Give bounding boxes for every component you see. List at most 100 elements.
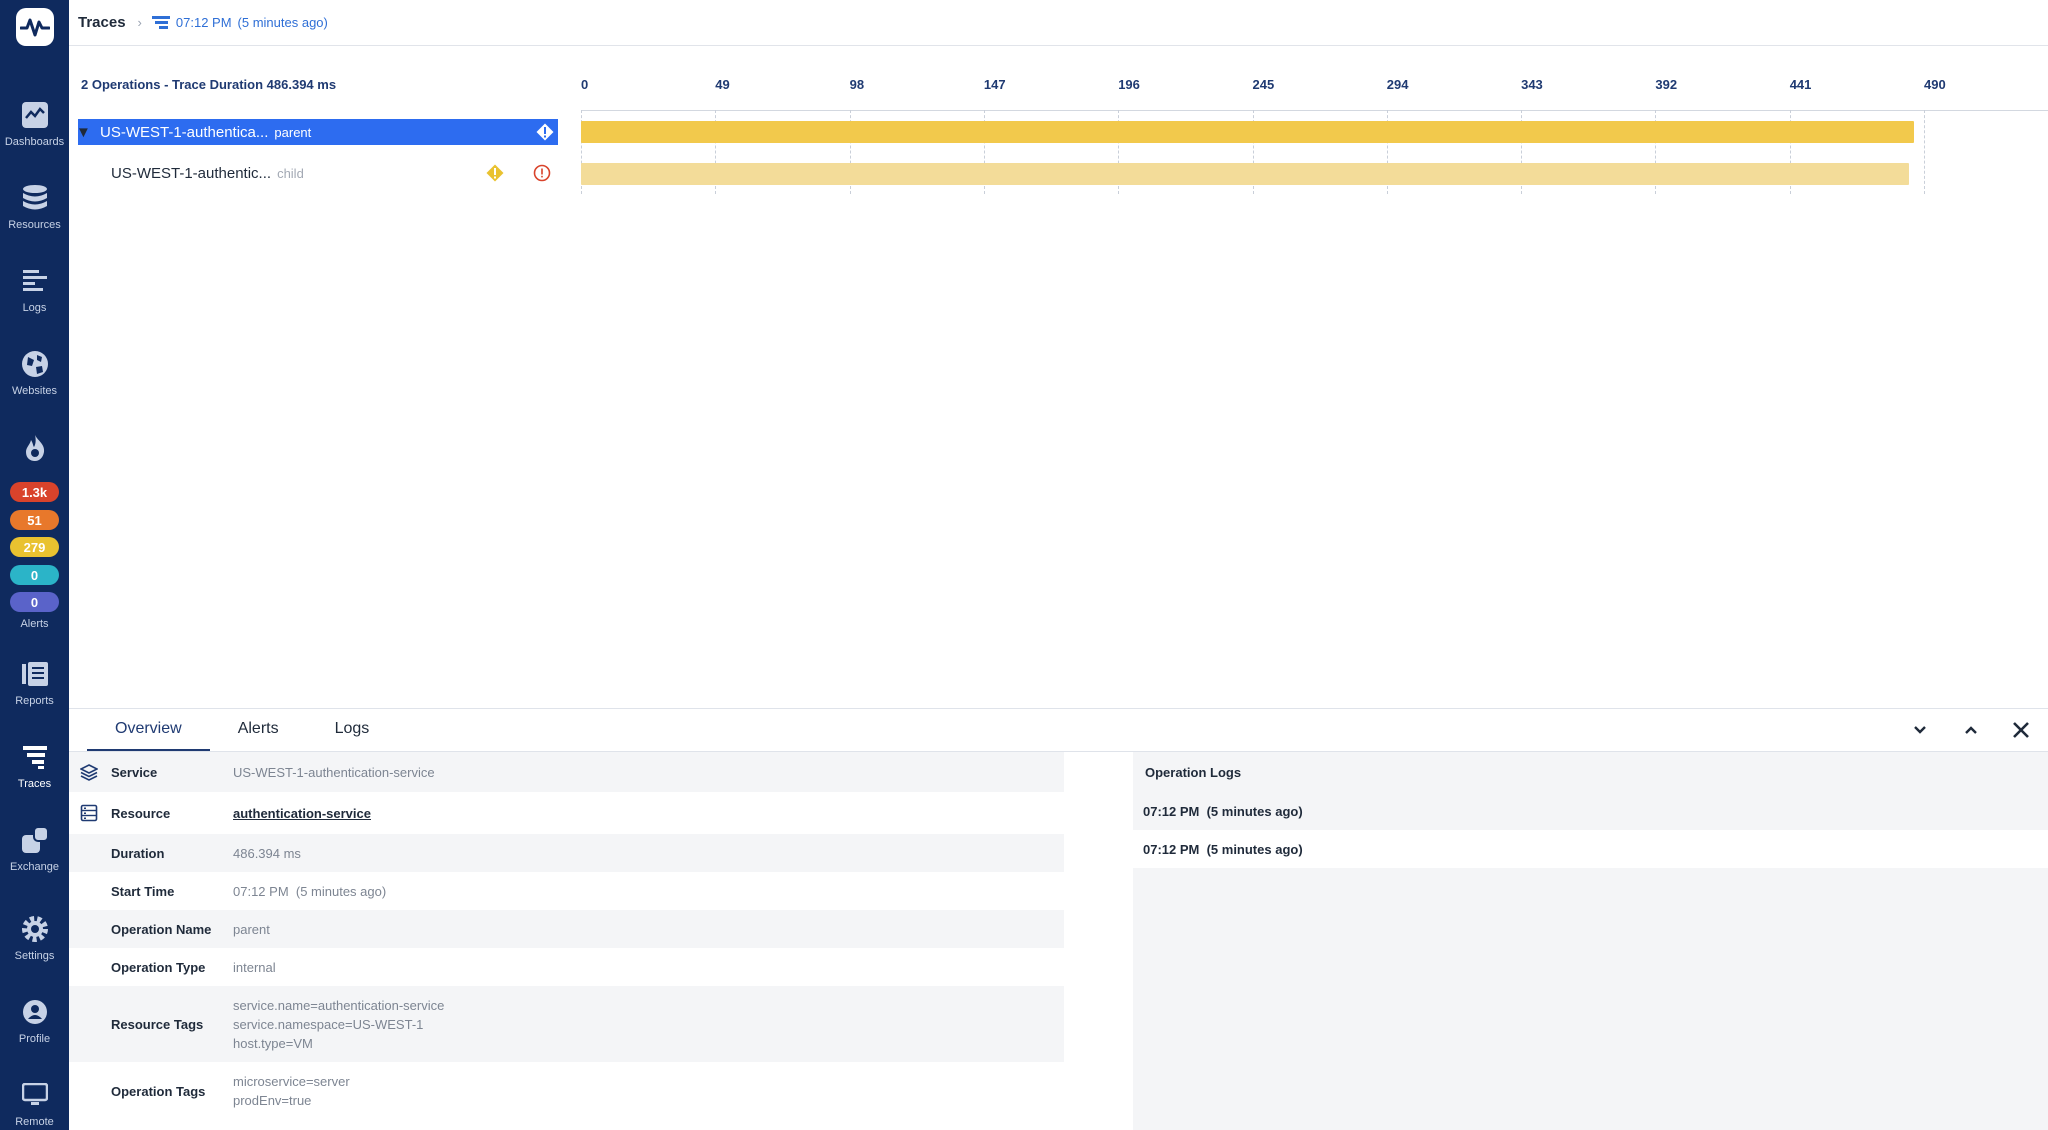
ruler-tick-label: 490 xyxy=(1924,77,1946,92)
operation-tag: parent xyxy=(274,124,312,140)
alert-badge-error[interactable]: 51 xyxy=(10,510,59,530)
sidebar-item-label: Reports xyxy=(15,695,54,707)
alert-badge-other[interactable]: 0 xyxy=(10,592,59,612)
breadcrumb: Traces › 07:12 PM (5 minutes ago) xyxy=(69,0,2048,46)
detail-key: Duration xyxy=(111,845,165,861)
close-icon[interactable] xyxy=(2010,719,2032,741)
tab-logs[interactable]: Logs xyxy=(307,709,398,751)
sidebar-item-label: Exchange xyxy=(10,861,59,873)
detail-row-start-time: Start Time 07:12 PM (5 minutes ago) xyxy=(69,872,1064,910)
detail-row-operation-type: Operation Type internal xyxy=(69,948,1064,986)
detail-row-resource-tags: Resource Tags service.name=authenticatio… xyxy=(69,986,1064,1062)
chevron-up-icon[interactable] xyxy=(1960,719,1982,741)
detail-key: Start Time xyxy=(111,883,175,899)
sidebar-item-label: Websites xyxy=(11,385,58,397)
detail-key: Service xyxy=(69,752,221,792)
app-logo[interactable] xyxy=(15,8,54,46)
detail-row-operation-tags: Operation Tags microservice=server prodE… xyxy=(69,1062,1064,1120)
sidebar-item-label: Remote xyxy=(15,1116,54,1128)
detail-row-resource: Resource authentication-service xyxy=(69,792,1064,834)
reports-icon xyxy=(20,659,50,689)
breadcrumb-trace-time[interactable]: 07:12 PM (5 minutes ago) xyxy=(151,15,328,31)
sidebar-item-profile[interactable]: Profile xyxy=(0,997,69,1045)
detail-value: internal xyxy=(233,959,276,975)
collapse-triangle-icon[interactable]: ▼ xyxy=(76,119,91,145)
sidebar-item-exchange[interactable]: Exchange xyxy=(0,825,69,873)
detail-value: 486.394 ms xyxy=(233,845,301,861)
detail-row-operation-name: Operation Name parent xyxy=(69,910,1064,948)
sidebar-item-alerts-flame[interactable] xyxy=(0,433,69,463)
breadcrumb-relative-time: (5 minutes ago) xyxy=(237,15,328,30)
traces-icon xyxy=(151,15,170,29)
operation-name: US-WEST-1-authentica... xyxy=(100,123,269,141)
profile-icon xyxy=(20,997,50,1027)
operation-logs-title: Operation Logs xyxy=(1145,764,1242,780)
sidebar-item-websites[interactable]: Websites xyxy=(0,349,69,397)
ruler-tick-label: 294 xyxy=(1386,77,1409,92)
sidebar-item-resources[interactable]: Resources xyxy=(0,183,69,231)
sidebar-item-reports[interactable]: Reports xyxy=(0,659,69,707)
detail-row-service: Service US-WEST-1-authentication-service xyxy=(69,752,1064,792)
gear-icon xyxy=(20,914,50,944)
sidebar-item-dashboards[interactable]: Dashboards xyxy=(0,100,69,148)
tab-alerts[interactable]: Alerts xyxy=(210,709,307,751)
sidebar-item-settings[interactable]: Settings xyxy=(0,914,69,962)
ruler-tick-label: 196 xyxy=(1118,77,1140,92)
chevron-down-icon[interactable] xyxy=(1909,719,1931,741)
operation-tag: child xyxy=(277,165,304,181)
resource-link[interactable]: authentication-service xyxy=(233,806,371,821)
layers-icon xyxy=(80,764,98,781)
warning-diamond-icon[interactable] xyxy=(536,123,554,146)
detail-value: microservice=server prodEnv=true xyxy=(233,1074,350,1108)
ruler-tick-label: 245 xyxy=(1252,77,1275,92)
ruler-tick-label: 98 xyxy=(849,77,865,92)
sidebar-item-label: Logs xyxy=(22,302,47,314)
panel-tabs: Overview Alerts Logs xyxy=(87,709,397,751)
detail-key: Operation Tags xyxy=(111,1083,206,1099)
alert-badge-warning[interactable]: 279 xyxy=(10,537,59,557)
ruler-tick-label: 392 xyxy=(1655,77,1678,92)
detail-key: Operation Type xyxy=(111,959,206,975)
ruler-tick-label: 343 xyxy=(1521,77,1543,92)
detail-value: 07:12 PM (5 minutes ago) xyxy=(233,883,387,899)
span-bar-child[interactable] xyxy=(581,163,1909,185)
resources-icon xyxy=(20,183,50,213)
flame-icon xyxy=(20,433,50,463)
log-entry[interactable]: 07:12 PM (5 minutes ago) xyxy=(1133,830,2048,868)
log-entry[interactable]: 07:12 PM (5 minutes ago) xyxy=(1133,792,2048,830)
sidebar-item-logs[interactable]: Logs xyxy=(0,266,69,314)
ruler-tick-label: 49 xyxy=(715,77,730,92)
detail-value: service.name=authentication-service serv… xyxy=(233,997,445,1051)
sidebar: Dashboards Resources Logs Websites 1.3k … xyxy=(0,0,69,1130)
ruler-baseline xyxy=(581,110,2048,111)
detail-key: Operation Name xyxy=(111,921,212,937)
error-circle-icon[interactable] xyxy=(533,164,551,187)
trace-summary: 2 Operations - Trace Duration 486.394 ms xyxy=(81,77,337,92)
operation-row-parent[interactable]: ▼ US-WEST-1-authentica... parent xyxy=(76,119,558,146)
sidebar-item-label: Traces xyxy=(17,778,52,790)
app-root: Dashboards Resources Logs Websites 1.3k … xyxy=(0,0,2048,1130)
sidebar-item-alerts[interactable]: Alerts xyxy=(0,612,69,630)
sidebar-item-label: Alerts xyxy=(20,618,49,630)
warning-diamond-icon[interactable] xyxy=(486,164,504,187)
sidebar-item-label: Settings xyxy=(14,950,55,962)
sidebar-item-remote[interactable]: Remote xyxy=(0,1080,69,1128)
detail-key: Resource xyxy=(69,792,221,834)
alert-badge-critical[interactable]: 1.3k xyxy=(10,482,59,502)
ruler-tick-label: 147 xyxy=(983,77,1006,92)
breadcrumb-traces-link[interactable]: Traces xyxy=(78,14,126,31)
websites-icon xyxy=(20,349,50,379)
breadcrumb-time: 07:12 PM xyxy=(175,15,232,30)
sidebar-item-traces[interactable]: Traces xyxy=(0,742,69,790)
logs-icon xyxy=(20,266,50,296)
detail-value: parent xyxy=(233,921,270,937)
operation-row-child[interactable]: US-WEST-1-authentic... child xyxy=(78,160,558,186)
detail-value: authentication-service xyxy=(221,792,1064,834)
sidebar-item-label: Dashboards xyxy=(4,136,65,148)
operation-name: US-WEST-1-authentic... xyxy=(111,164,272,182)
alert-badge-info[interactable]: 0 xyxy=(10,565,59,585)
detail-row-duration: Duration 486.394 ms xyxy=(69,834,1064,872)
overview-details: Service US-WEST-1-authentication-service… xyxy=(69,752,1064,1120)
tab-overview[interactable]: Overview xyxy=(87,709,210,751)
span-bar-parent[interactable] xyxy=(581,121,1915,143)
